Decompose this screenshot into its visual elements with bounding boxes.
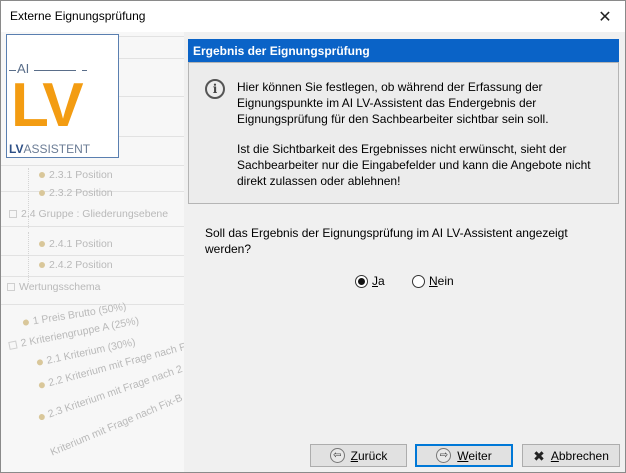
bullet-icon [38, 413, 46, 422]
tree-line [1, 165, 184, 166]
window-title: Externe Eignungsprüfung [10, 9, 146, 23]
arrow-right-icon: ⇨ [436, 448, 452, 463]
title-bar: Externe Eignungsprüfung ✕ [1, 1, 625, 32]
radio-no[interactable]: Nein [412, 274, 454, 288]
cancel-button-label: Abbrechen [550, 448, 609, 463]
tree-line [119, 58, 184, 59]
bullet-icon [39, 190, 45, 197]
radio-selected-dot [358, 277, 365, 285]
radio-yes-label: Ja [372, 274, 385, 288]
radio-no-label: Nein [429, 274, 454, 288]
info-paragraph-2: Ist die Sichtbarkeit des Ergebnisses nic… [237, 142, 591, 188]
bullet-icon [39, 262, 45, 269]
tree-item: Wertungsschema [7, 281, 101, 293]
collapse-box-icon [8, 340, 18, 351]
logo-lv-text: LV [11, 71, 84, 140]
tree-item: 2.4 Gruppe : Gliederungsebene [9, 208, 168, 220]
cancel-button[interactable]: ✖ Abbrechen [522, 444, 620, 467]
info-paragraph-1: Hier können Sie festlegen, ob während de… [237, 80, 549, 126]
tree-line [119, 36, 184, 37]
info-box: i Hier können Sie festlegen, ob während … [188, 62, 619, 204]
radio-yes[interactable]: Ja [355, 274, 385, 288]
tree-item: 2.3.1 Position [39, 169, 113, 181]
wizard-side-panel: 2.3.1 Position 2.3.2 Position 2.4 Gruppe… [1, 32, 184, 472]
next-button[interactable]: ⇨ Weiter [415, 444, 513, 467]
back-button[interactable]: ⇦ Zurück [310, 444, 407, 467]
arrow-left-icon: ⇦ [329, 448, 345, 463]
bullet-icon [38, 381, 46, 390]
next-button-label: Weiter [457, 448, 492, 463]
cancel-x-icon: ✖ [533, 447, 545, 464]
bullet-icon [36, 359, 44, 367]
folder-icon [7, 283, 15, 292]
tree-item: 2.3.2 Position [39, 187, 113, 199]
dialog-window: Externe Eignungsprüfung ✕ 2.3.1 Position… [0, 0, 626, 473]
collapse-box-icon [9, 210, 17, 219]
app-logo: AI LV LVASSISTENT [6, 34, 119, 158]
radio-yes-circle[interactable] [355, 274, 368, 288]
bullet-icon [39, 172, 45, 179]
tree-item: 2.4.2 Position [39, 259, 113, 271]
back-button-label: Zurück [350, 448, 388, 463]
question-text: Soll das Ergebnis der Eignungsprüfung im… [205, 226, 568, 256]
tree-item: 2.4.1 Position [39, 238, 113, 250]
radio-no-circle[interactable] [412, 274, 425, 288]
bullet-icon [39, 241, 45, 248]
tree-line [119, 136, 184, 137]
euro-icon [22, 319, 30, 327]
tree-vline [28, 232, 29, 282]
tree-line [119, 96, 184, 97]
logo-subtitle: LVASSISTENT [9, 142, 91, 156]
close-icon[interactable]: ✕ [585, 1, 625, 32]
info-icon: i [205, 79, 225, 99]
section-header: Ergebnis der Eignungsprüfung [188, 39, 619, 62]
